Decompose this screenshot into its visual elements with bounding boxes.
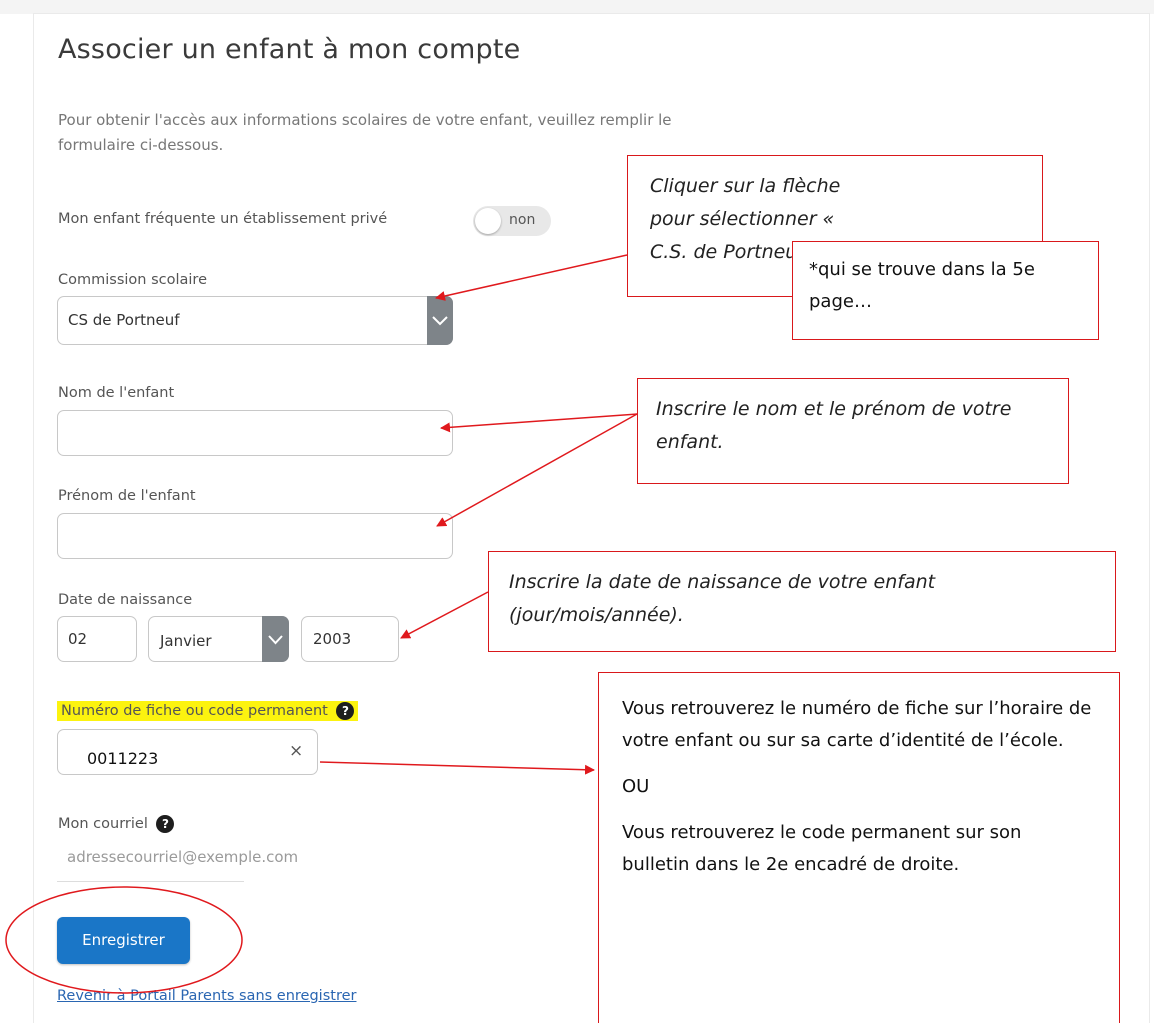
arrow-birth-date [400,591,489,639]
arrow-first-name [436,413,638,527]
save-button-circle [5,886,243,994]
arrow-record-number [319,761,595,775]
arrow-select [435,254,628,301]
annotation-arrows [5,254,638,994]
arrow-last-name [440,413,638,433]
